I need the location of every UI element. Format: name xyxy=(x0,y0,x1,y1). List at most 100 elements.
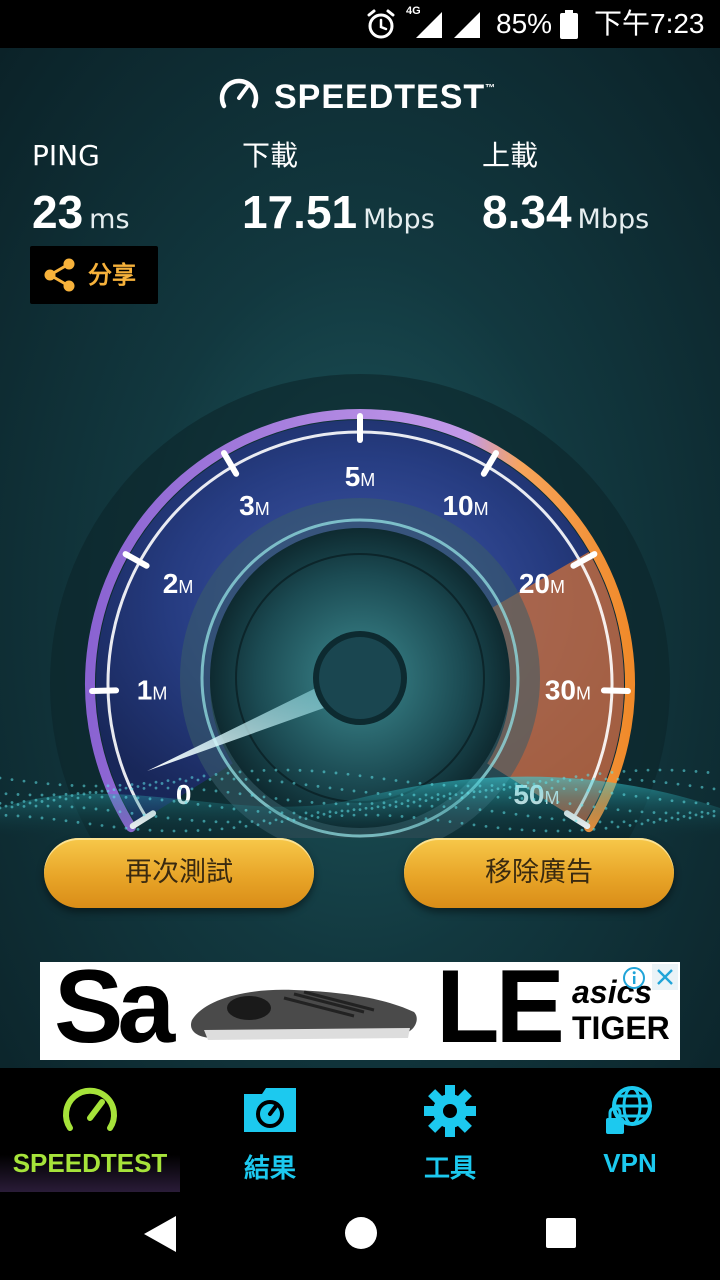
wave-dot xyxy=(694,813,698,817)
wave-dot xyxy=(508,796,512,800)
wave-dot xyxy=(484,795,488,799)
wave-dot xyxy=(622,769,626,773)
wave-dot xyxy=(40,816,44,820)
back-icon[interactable] xyxy=(142,1214,178,1258)
wave-dot xyxy=(220,827,224,831)
tab-tools[interactable]: 工具 xyxy=(360,1068,540,1192)
ad-info-icon[interactable] xyxy=(622,966,646,990)
wave-dot xyxy=(556,800,560,804)
wave-dot xyxy=(376,805,380,809)
retest-button[interactable]: 再次測試 xyxy=(44,838,314,908)
share-button[interactable]: 分享 xyxy=(30,246,158,304)
wave-dot xyxy=(16,803,20,806)
recents-icon[interactable] xyxy=(545,1217,577,1253)
wave-dot xyxy=(82,792,86,796)
upload-label: 上載 xyxy=(482,139,539,172)
wave-dot xyxy=(454,806,458,809)
wave-dot xyxy=(616,808,620,812)
wave-dot xyxy=(334,811,338,815)
wave-dot xyxy=(52,793,56,797)
wave-dot xyxy=(382,801,386,805)
wave-dot xyxy=(256,778,260,782)
ad-close-icon[interactable] xyxy=(652,964,678,990)
wave-dot xyxy=(190,776,194,779)
wave-dot xyxy=(202,819,206,823)
wave-dot xyxy=(10,805,14,809)
wave-dot xyxy=(634,794,638,798)
wave-dot xyxy=(112,795,116,799)
tab-results[interactable]: 結果 xyxy=(180,1068,360,1192)
wave-dot xyxy=(448,792,452,796)
wave-dot xyxy=(442,805,446,809)
wave-dot xyxy=(262,819,266,823)
tab-speedtest[interactable]: SPEEDTEST xyxy=(0,1068,180,1192)
wave-dot xyxy=(412,816,416,819)
tab-vpn[interactable]: VPN xyxy=(540,1068,720,1192)
wave-dot xyxy=(574,775,578,779)
wave-dot xyxy=(586,773,590,777)
wave-dot xyxy=(100,795,104,799)
wave-dot xyxy=(166,786,170,790)
wave-dot xyxy=(142,813,146,817)
wave-dot xyxy=(484,824,488,828)
wave-dot xyxy=(352,813,356,817)
wave-dot xyxy=(514,812,518,816)
wave-dot xyxy=(22,800,26,803)
wave-dot xyxy=(346,802,350,806)
wave-dot xyxy=(526,786,530,790)
wave-dot xyxy=(346,809,350,813)
wave-dot xyxy=(538,779,542,783)
wave-dot xyxy=(208,828,212,832)
wave-dot xyxy=(106,784,110,788)
wave-dot xyxy=(286,817,290,821)
wave-dot xyxy=(298,768,302,772)
wave-dot xyxy=(370,802,374,805)
status-bar: 4G 85% 下午7:23 xyxy=(0,0,720,48)
wave-dot xyxy=(424,799,428,803)
speedtest-screen: SPEEDTEST™ PING 23 ms 下載 17.51 Mbps 上載 8.3… xyxy=(0,48,720,1068)
wave-dot xyxy=(70,805,74,809)
ad-banner[interactable]: Sa LE asics TIGER xyxy=(40,962,680,1060)
wave-dot xyxy=(556,780,560,783)
wave-dot xyxy=(232,807,236,811)
wave-dot xyxy=(652,780,656,783)
gauge-tick xyxy=(600,687,631,695)
wave-dot xyxy=(634,819,638,823)
wave-dot xyxy=(400,793,404,797)
wave-dot xyxy=(82,784,86,788)
wave-dot xyxy=(328,786,332,790)
tab-label: SPEEDTEST xyxy=(12,1148,168,1178)
wave-dot xyxy=(58,795,62,799)
wave-dot xyxy=(568,829,572,833)
wave-dot xyxy=(136,785,140,788)
wave-dot xyxy=(514,787,518,791)
gauge-tick xyxy=(89,687,120,695)
battery-percent: 85% xyxy=(496,8,553,39)
wave-dot xyxy=(478,808,482,812)
wave-dot xyxy=(418,781,422,785)
wave-dot xyxy=(268,821,272,825)
ping-value-row: 23 ms xyxy=(32,184,130,240)
ping-unit: ms xyxy=(89,204,130,235)
wave-dot xyxy=(118,788,122,792)
wave-dot xyxy=(508,785,512,789)
wave-dot xyxy=(568,778,572,782)
ping-label: PING xyxy=(32,139,100,172)
wave-dot xyxy=(622,820,626,824)
wave-dot xyxy=(346,772,350,776)
remove-ads-button[interactable]: 移除廣告 xyxy=(404,838,674,908)
wave-dot xyxy=(556,829,560,833)
wave-dot xyxy=(190,787,194,791)
wave-dot xyxy=(508,827,512,831)
wave-dot xyxy=(178,777,182,781)
wave-dot xyxy=(490,789,494,792)
wave-dot xyxy=(142,786,146,790)
wave-dot xyxy=(208,804,212,808)
wave-dot xyxy=(562,787,566,791)
wave-dot xyxy=(586,820,590,823)
upload-value-row: 8.34 Mbps xyxy=(482,184,649,240)
home-icon[interactable] xyxy=(344,1216,378,1254)
wave-dot xyxy=(316,784,320,788)
wave-dot xyxy=(700,785,704,789)
wave-dot xyxy=(634,769,638,773)
